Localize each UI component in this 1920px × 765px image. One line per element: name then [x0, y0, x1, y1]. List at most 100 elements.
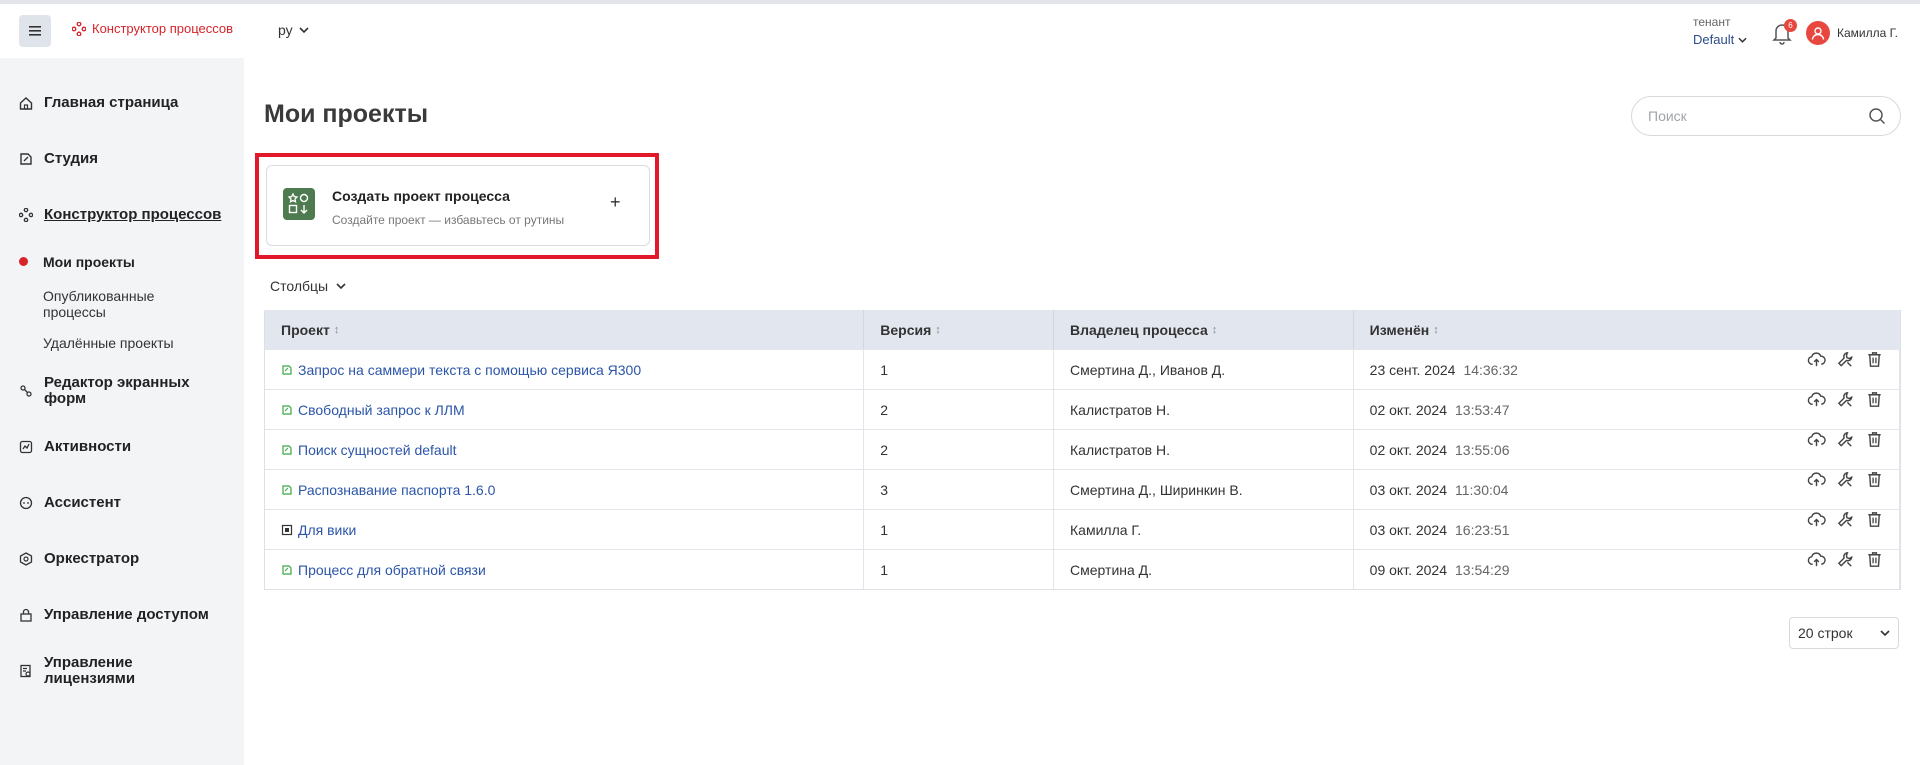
- sort-icon[interactable]: ↕: [1212, 324, 1218, 336]
- sidebar-item-orchestrator[interactable]: Оркестратор: [18, 551, 139, 567]
- cell-owner: Калистратов Н.: [1054, 430, 1354, 469]
- project-link[interactable]: Свободный запрос к ЛЛМ: [281, 402, 465, 418]
- project-link[interactable]: Распознавание паспорта 1.6.0: [281, 482, 495, 498]
- row-actions: [1807, 470, 1884, 489]
- trash-icon[interactable]: [1865, 470, 1884, 489]
- sidebar-item-forms-editor[interactable]: Редактор экранных форм: [18, 375, 218, 407]
- cloud-upload-icon[interactable]: [1807, 350, 1826, 369]
- cell-version: 2: [864, 430, 1055, 469]
- license-icon: [20, 664, 31, 678]
- sidebar-subitem-published[interactable]: Опубликованные процессы: [43, 288, 193, 320]
- header-label: Версия: [880, 321, 932, 338]
- table-row[interactable]: Поиск сущностей default 2 Калистратов Н. 02…: [265, 429, 1900, 469]
- sidebar-item-label: Ассистент: [44, 494, 121, 511]
- project-link[interactable]: Для вики: [281, 522, 356, 538]
- cell-project: Распознавание паспорта 1.6.0: [265, 470, 865, 509]
- wrench-icon[interactable]: [1836, 470, 1855, 489]
- chevron-down-icon: [1738, 37, 1747, 43]
- trash-icon[interactable]: [1865, 430, 1884, 449]
- sidebar-item-access[interactable]: Управление доступом: [18, 607, 209, 623]
- sidebar: Главная страница Студия Конструктор проц…: [0, 58, 244, 765]
- current-page-indicator: [19, 257, 28, 266]
- cloud-upload-icon[interactable]: [1807, 470, 1826, 489]
- cloud-upload-icon[interactable]: [1807, 510, 1826, 529]
- modified-date: 23 сент. 2024: [1369, 361, 1456, 378]
- trash-icon[interactable]: [1865, 390, 1884, 409]
- modified-time: 13:53:47: [1455, 401, 1510, 418]
- sidebar-item-licenses[interactable]: Управление лицензиями: [18, 655, 178, 687]
- table-row[interactable]: Свободный запрос к ЛЛМ 2 Калистратов Н. 02 …: [265, 389, 1900, 429]
- brand-logo-link[interactable]: Конструктор процессов: [72, 21, 233, 36]
- tenant-label: тенант: [1693, 15, 1731, 29]
- project-link[interactable]: Процесс для обратной связи: [281, 562, 486, 578]
- rows-per-page-select[interactable]: 20 строк: [1789, 617, 1899, 649]
- trash-icon[interactable]: [1865, 550, 1884, 569]
- wrench-icon[interactable]: [1836, 350, 1855, 369]
- plus-icon[interactable]: +: [610, 192, 621, 213]
- sidebar-item-assistant[interactable]: Ассистент: [18, 495, 121, 511]
- column-header-version[interactable]: Версия ↕: [864, 310, 1055, 349]
- process-logo-icon: [72, 21, 86, 36]
- project-link[interactable]: Поиск сущностей default: [281, 442, 457, 458]
- cell-owner: Камилла Г.: [1054, 510, 1354, 549]
- sidebar-item-process-builder[interactable]: Конструктор процессов: [18, 207, 221, 223]
- sidebar-item-home[interactable]: Главная страница: [18, 95, 178, 111]
- table-body: Запрос на саммери текста с помощью серви…: [265, 349, 1900, 589]
- cell-project: Свободный запрос к ЛЛМ: [265, 390, 865, 429]
- studio-icon: [20, 153, 32, 165]
- sidebar-item-activities[interactable]: Активности: [18, 439, 131, 455]
- create-project-icon: [283, 188, 315, 220]
- cell-owner: Смертина Д., Ширинкин В.: [1054, 470, 1354, 509]
- sort-icon[interactable]: ↕: [935, 324, 941, 336]
- cell-version: 1: [864, 550, 1055, 589]
- tenant-selector[interactable]: тенант Default: [1693, 14, 1747, 48]
- search-icon[interactable]: [1868, 107, 1886, 125]
- sidebar-subitem-my-projects[interactable]: Мои проекты: [43, 254, 135, 270]
- sidebar-subitem-deleted[interactable]: Удалённые проекты: [43, 335, 174, 351]
- table-row[interactable]: Запрос на саммери текста с помощью серви…: [265, 349, 1900, 389]
- project-name: Для вики: [298, 521, 357, 538]
- process-icon: [19, 208, 33, 222]
- wrench-icon[interactable]: [1836, 390, 1855, 409]
- user-menu[interactable]: Камилла Г.: [1806, 21, 1898, 45]
- cell-project: Для вики: [265, 510, 865, 549]
- modified-time: 14:36:32: [1463, 361, 1518, 378]
- sidebar-item-label: Студия: [44, 150, 99, 167]
- rows-per-page-value: 20 строк: [1798, 625, 1853, 641]
- cell-project: Запрос на саммери текста с помощью серви…: [265, 350, 865, 389]
- create-process-project-card[interactable]: Создать проект процесса Создайте проект …: [266, 165, 650, 246]
- cell-owner: Смертина Д.: [1054, 550, 1354, 589]
- orchestrator-icon: [19, 552, 33, 566]
- trash-icon[interactable]: [1865, 350, 1884, 369]
- table-row[interactable]: Процесс для обратной связи 1 Смертина Д. 09…: [265, 549, 1900, 589]
- row-actions: [1807, 430, 1884, 449]
- project-name: Свободный запрос к ЛЛМ: [298, 401, 465, 418]
- home-icon: [19, 97, 33, 110]
- cloud-upload-icon[interactable]: [1807, 390, 1826, 409]
- menu-toggle-button[interactable]: [19, 15, 51, 47]
- sort-icon[interactable]: ↕: [334, 324, 340, 336]
- modified-time: 13:55:06: [1455, 441, 1510, 458]
- sort-icon[interactable]: ↕: [1433, 324, 1439, 336]
- columns-dropdown[interactable]: Столбцы: [270, 278, 346, 294]
- modified-time: 13:54:29: [1455, 561, 1510, 578]
- trash-icon[interactable]: [1865, 510, 1884, 529]
- language-value: ру: [278, 22, 293, 38]
- sidebar-item-label: Управление доступом: [44, 606, 209, 623]
- column-header-modified[interactable]: Изменён ↕: [1354, 310, 1900, 349]
- wrench-icon[interactable]: [1836, 510, 1855, 529]
- wrench-icon[interactable]: [1836, 430, 1855, 449]
- tenant-value: Default: [1693, 32, 1735, 47]
- cell-owner: Смертина Д., Иванов Д.: [1054, 350, 1354, 389]
- cloud-upload-icon[interactable]: [1807, 550, 1826, 569]
- cloud-upload-icon[interactable]: [1807, 430, 1826, 449]
- column-header-project[interactable]: Проект ↕: [265, 310, 865, 349]
- project-link[interactable]: Запрос на саммери текста с помощью серви…: [281, 362, 641, 378]
- column-header-owner[interactable]: Владелец процесса ↕: [1054, 310, 1354, 349]
- language-selector[interactable]: ру: [278, 22, 309, 38]
- table-row[interactable]: Для вики 1 Камилла Г. 03 окт. 2024 16:23:51: [265, 509, 1900, 549]
- wrench-icon[interactable]: [1836, 550, 1855, 569]
- table-row[interactable]: Распознавание паспорта 1.6.0 3 Смертина Д.…: [265, 469, 1900, 509]
- search-input[interactable]: [1648, 108, 1868, 124]
- sidebar-item-studio[interactable]: Студия: [18, 151, 98, 167]
